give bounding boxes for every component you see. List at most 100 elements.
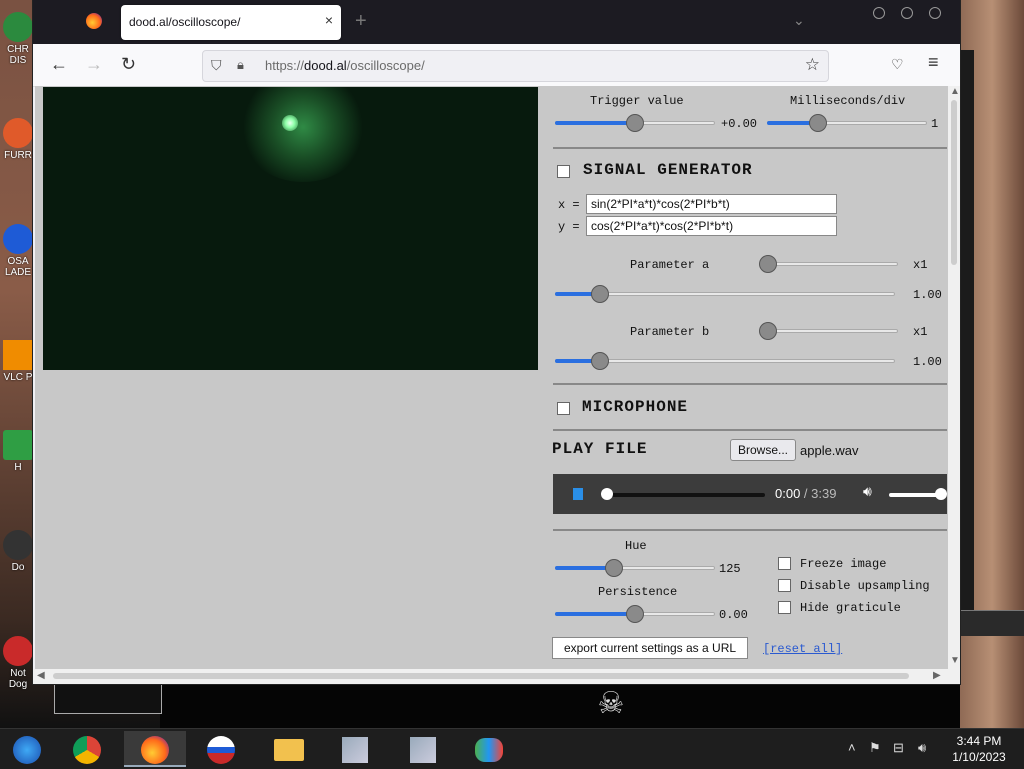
audio-duration: 3:39 <box>811 486 837 501</box>
parameter-b-multiplier-slider[interactable] <box>759 322 898 340</box>
hide-graticule-checkbox[interactable] <box>778 601 791 614</box>
persistence-slider[interactable] <box>555 605 715 623</box>
chrome-icon <box>3 12 33 42</box>
reset-all-link[interactable]: [reset all] <box>763 642 842 656</box>
parameter-a-slider[interactable] <box>555 285 895 303</box>
volume-thumb[interactable] <box>935 488 947 500</box>
parameter-a-multiplier-slider[interactable] <box>759 255 898 273</box>
tab-oscilloscope[interactable]: dood.al/oscilloscope/ × <box>121 5 341 40</box>
scroll-thumb[interactable] <box>951 100 957 265</box>
url-bar[interactable]: ⛉ 🔒︎ https://dood.al/oscilloscope/ ☆ <box>202 50 829 82</box>
app-icon <box>3 118 33 148</box>
background-dark-window <box>160 683 960 728</box>
installer-icon[interactable] <box>324 731 386 767</box>
forward-arrow-icon[interactable]: → <box>85 54 103 75</box>
export-url-button[interactable]: export current settings as a URL <box>552 637 748 659</box>
signal-generator-checkbox[interactable] <box>557 165 570 178</box>
skull-crossbones-icon: ☠ <box>597 687 625 720</box>
chrome-taskbar-icon[interactable] <box>56 731 118 767</box>
folder-icon[interactable] <box>258 731 320 767</box>
ms-per-div-value: 1 <box>931 117 939 131</box>
desktop-icon-not-dog[interactable]: Not Dog <box>0 636 36 690</box>
audio-progress-bar[interactable] <box>607 493 765 497</box>
vlc-icon <box>3 340 33 370</box>
divider <box>553 429 947 431</box>
desktop-icon-label: H <box>14 462 22 473</box>
freeze-image-checkbox[interactable] <box>778 557 791 570</box>
persistence-value: 0.00 <box>719 608 748 622</box>
play-icon[interactable] <box>573 488 583 500</box>
volume-slider[interactable] <box>889 493 941 497</box>
shield-icon[interactable]: ⛉ <box>211 57 222 74</box>
signal-generator-heading: SIGNAL GENERATOR <box>583 161 753 179</box>
scroll-right-icon[interactable]: ▶ <box>933 670 941 681</box>
play-file-heading: PLAY FILE <box>552 440 648 458</box>
hue-slider[interactable] <box>555 559 715 577</box>
reload-icon[interactable]: ↻ <box>121 54 136 75</box>
scroll-down-icon[interactable]: ▼ <box>950 655 960 666</box>
app-icon <box>3 430 33 460</box>
x-expression-input[interactable]: sin(2*PI*a*t)*cos(2*PI*b*t) <box>586 194 837 214</box>
taskbar: ˄ ⚑ ⊟ 🔊︎ 3:44 PM 1/10/2023 <box>0 728 1024 769</box>
firefox-taskbar-icon[interactable] <box>124 731 186 767</box>
disable-upsampling-label: Disable upsampling <box>800 579 930 593</box>
maximize-button[interactable] <box>901 7 913 19</box>
desktop-icon-do[interactable]: Do <box>0 530 36 573</box>
ms-per-div-slider[interactable] <box>767 114 927 132</box>
installer-icon-2[interactable] <box>392 731 454 767</box>
network-icon[interactable]: ⊟ <box>893 740 904 756</box>
parameter-b-slider[interactable] <box>555 352 895 370</box>
y-expression-input[interactable]: cos(2*PI*a*t)*cos(2*PI*b*t) <box>586 216 837 236</box>
desktop-icon-label: Not Dog <box>8 668 28 690</box>
close-window-button[interactable] <box>929 7 941 19</box>
desktop-icon-osa[interactable]: OSA LADE <box>0 224 36 278</box>
browser-window: dood.al/oscilloscope/ × + ⌄ ← → ↻ ⛉ 🔒︎ h… <box>33 0 960 684</box>
back-arrow-icon[interactable]: ← <box>50 54 68 75</box>
ms-per-div-label: Milliseconds/div <box>790 94 906 108</box>
audio-progress-thumb[interactable] <box>601 488 613 500</box>
desktop-icon-label: VLC P <box>3 372 33 383</box>
chevron-down-icon[interactable]: ⌄ <box>793 12 805 29</box>
volume-tray-icon[interactable]: 🔊︎ <box>918 740 926 756</box>
clock-time: 3:44 PM <box>956 734 1002 748</box>
desktop-icon-h[interactable]: H <box>0 430 36 473</box>
volume-icon[interactable]: 🔊︎ <box>863 485 872 501</box>
microphone-checkbox[interactable] <box>557 402 570 415</box>
disable-upsampling-checkbox[interactable] <box>778 579 791 592</box>
start-icon[interactable] <box>0 731 58 767</box>
clock[interactable]: 3:44 PM 1/10/2023 <box>946 733 1012 765</box>
desktop-icon-furr[interactable]: FURR <box>0 118 36 161</box>
desktop-icon-chrome-display[interactable]: CHR DIS <box>0 12 36 66</box>
page-content: Trigger value +0.00 Milliseconds/div 1 S… <box>35 86 949 669</box>
obama-taskbar-icon[interactable] <box>190 731 252 767</box>
hscroll-thumb[interactable] <box>53 673 909 679</box>
app-icon <box>3 530 33 560</box>
trigger-slider[interactable] <box>555 114 715 132</box>
bookmark-star-icon[interactable]: ☆ <box>805 55 820 75</box>
browse-button[interactable]: Browse... <box>730 439 796 461</box>
menu-icon[interactable]: ≡ <box>928 52 939 73</box>
beam-dot <box>282 115 298 131</box>
minimize-button[interactable] <box>873 7 885 19</box>
desktop-icon-vlc[interactable]: VLC P <box>0 340 36 383</box>
url-text[interactable]: https://dood.al/oscilloscope/ <box>265 58 425 73</box>
lock-icon[interactable]: 🔒︎ <box>237 57 244 73</box>
show-hidden-icons-icon[interactable]: ˄ <box>848 740 856 755</box>
vertical-scrollbar[interactable]: ▲ ▼ <box>948 86 960 669</box>
horizontal-scrollbar[interactable]: ◀ ▶ <box>33 669 960 684</box>
navigation-bar: ← → ↻ ⛉ 🔒︎ https://dood.al/oscilloscope/… <box>33 44 960 87</box>
tab-bar: dood.al/oscilloscope/ × + ⌄ <box>33 0 960 44</box>
pocket-icon[interactable]: ♡ <box>891 56 904 73</box>
new-tab-button[interactable]: + <box>355 10 367 33</box>
users-icon[interactable] <box>458 731 520 767</box>
firefox-icon[interactable] <box>86 13 102 29</box>
flag-icon[interactable]: ⚑ <box>869 740 881 756</box>
divider <box>553 529 947 531</box>
scroll-up-icon[interactable]: ▲ <box>950 86 960 97</box>
background-window <box>54 683 162 714</box>
parameter-a-multiplier: x1 <box>913 258 928 272</box>
scroll-left-icon[interactable]: ◀ <box>37 670 45 681</box>
desktop-icon-label: Do <box>11 562 25 573</box>
freeze-image-label: Freeze image <box>800 557 887 571</box>
close-icon[interactable]: × <box>325 12 333 28</box>
